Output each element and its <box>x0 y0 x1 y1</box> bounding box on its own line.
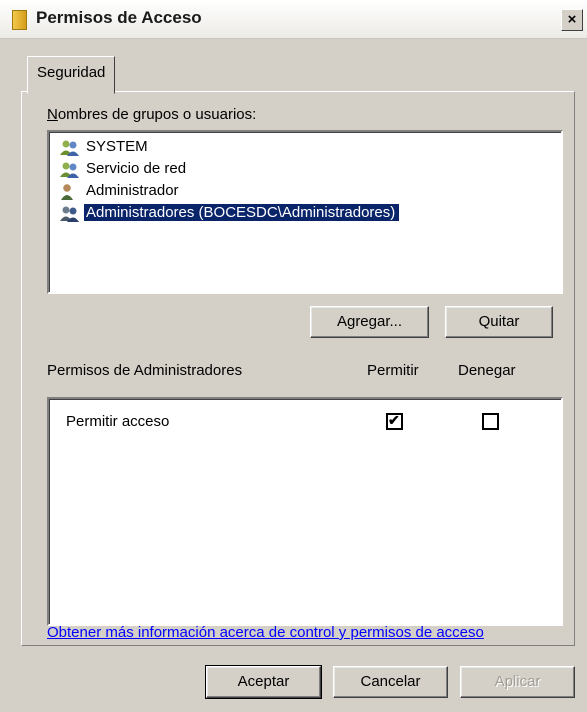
group-users-icon <box>60 162 79 178</box>
ok-button-label: Aceptar <box>237 673 290 690</box>
group-users-icon <box>60 206 79 222</box>
cancel-button[interactable]: Cancelar <box>333 666 448 698</box>
deny-checkbox[interactable] <box>482 413 499 430</box>
list-item-administrador[interactable]: Administrador <box>56 181 550 201</box>
close-button[interactable]: × <box>561 9 583 31</box>
apply-button[interactable]: Aplicar <box>460 666 575 698</box>
folder-icon <box>12 10 27 30</box>
allow-column-header: Permitir <box>367 362 419 379</box>
list-item-administradores[interactable]: Administradores (BOCESDC\Administradores… <box>56 203 550 223</box>
allow-checkbox[interactable] <box>386 412 403 430</box>
list-item-servicio-de-red[interactable]: Servicio de red <box>56 159 550 179</box>
tab-label: Seguridad <box>37 64 106 81</box>
deny-column-header: Denegar <box>458 362 516 379</box>
add-button[interactable]: Agregar... <box>310 306 429 338</box>
title-bar: Permisos de Acceso × <box>0 0 587 39</box>
list-item-label: Administradores (BOCESDC\Administradores… <box>84 204 400 221</box>
help-link[interactable]: Obtener más información acerca de contro… <box>47 624 484 641</box>
remove-button-label: Quitar <box>478 313 520 330</box>
group-users-icon <box>60 140 79 156</box>
ok-button[interactable]: Aceptar <box>205 665 322 699</box>
permissions-title: Permisos de Administradores <box>47 362 243 379</box>
list-item-label: Servicio de red <box>86 160 187 177</box>
add-button-label: Agregar... <box>336 313 403 330</box>
permission-label: Permitir acceso <box>66 413 170 430</box>
list-item-label: Administrador <box>86 182 179 199</box>
apply-button-label: Aplicar <box>494 673 541 690</box>
window-title: Permisos de Acceso <box>36 8 202 27</box>
permissions-list: Permitir acceso <box>47 397 563 626</box>
users-list-label: Nombres de grupos o usuarios: <box>47 106 256 123</box>
list-item-label: SYSTEM <box>86 138 148 155</box>
users-list-label-rest: ombres de grupos o usuarios: <box>57 106 257 123</box>
list-item-system[interactable]: SYSTEM <box>56 137 550 157</box>
users-list-label-mnemonic: N <box>47 106 58 123</box>
user-icon <box>61 184 73 200</box>
cancel-button-label: Cancelar <box>360 673 421 690</box>
users-listbox[interactable]: SYSTEM Servicio de red Administrador Adm… <box>47 130 563 294</box>
tab-seguridad[interactable]: Seguridad <box>27 56 116 94</box>
remove-button[interactable]: Quitar <box>445 306 553 338</box>
